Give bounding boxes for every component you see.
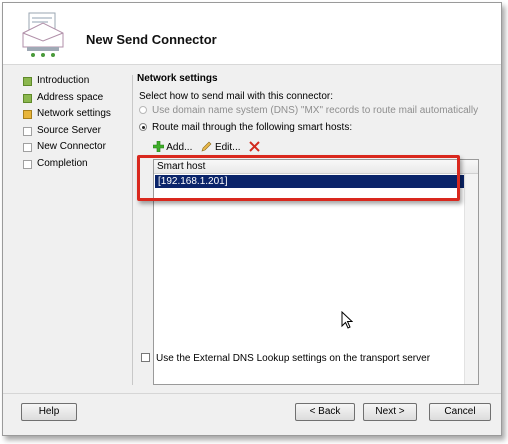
list-scrollbar[interactable]: [464, 174, 478, 384]
radio-route-smart-hosts[interactable]: Route mail through the following smart h…: [139, 122, 352, 136]
nav-divider: [132, 75, 133, 385]
step-new-connector[interactable]: New Connector: [23, 139, 133, 156]
smart-host-list[interactable]: Smart host [192.168.1.201]: [153, 159, 479, 385]
step-label: Source Server: [37, 124, 101, 136]
pencil-icon: [201, 141, 212, 152]
section-title: Network settings: [137, 73, 218, 84]
column-header-smart-host[interactable]: Smart host: [154, 160, 478, 174]
remove-button[interactable]: [249, 141, 261, 153]
back-button[interactable]: < Back: [295, 403, 355, 421]
wizard-steps: Introduction Address space Network setti…: [23, 73, 133, 172]
step-label: Network settings: [37, 108, 111, 119]
radio-use-dns[interactable]: Use domain name system (DNS) "MX" record…: [139, 105, 478, 119]
radio-button[interactable]: [139, 106, 147, 114]
step-label: Address space: [37, 91, 104, 103]
step-completion[interactable]: Completion: [23, 156, 133, 173]
add-button[interactable]: Add...: [152, 140, 193, 153]
list-item[interactable]: [192.168.1.201]: [155, 175, 465, 188]
step-pending-icon: [23, 143, 32, 152]
footer-divider: [3, 393, 501, 394]
step-complete-icon: [23, 93, 32, 103]
add-label: Add...: [166, 142, 193, 153]
checkbox-label: Use the External DNS Lookup settings on …: [156, 353, 431, 364]
edit-label: Edit...: [214, 142, 241, 153]
edit-button[interactable]: Edit...: [201, 141, 241, 153]
step-complete-icon: [23, 77, 32, 86]
step-label: New Connector: [37, 141, 106, 152]
delete-x-icon: [249, 141, 261, 152]
plus-icon: [152, 140, 165, 153]
radio-button[interactable]: [139, 123, 147, 131]
smart-host-toolbar: Add... Edit...: [152, 140, 266, 155]
step-address-space[interactable]: Address space: [23, 90, 133, 107]
wizard-header: New Send Connector: [3, 3, 501, 65]
step-current-icon: [23, 110, 32, 119]
step-source-server[interactable]: Source Server: [23, 123, 133, 140]
send-connector-icon: [21, 11, 67, 59]
step-introduction[interactable]: Introduction: [23, 73, 133, 90]
mouse-pointer-icon: [341, 310, 354, 332]
next-button[interactable]: Next >: [363, 403, 417, 421]
wizard-title: New Send Connector: [86, 32, 217, 47]
step-label: Introduction: [37, 75, 90, 86]
radio-label: Use domain name system (DNS) "MX" record…: [152, 105, 479, 116]
external-dns-checkbox-row[interactable]: Use the External DNS Lookup settings on …: [141, 353, 430, 364]
step-pending-icon: [23, 159, 32, 169]
cancel-button[interactable]: Cancel: [429, 403, 491, 421]
external-dns-checkbox[interactable]: [141, 353, 150, 362]
help-button[interactable]: Help: [21, 403, 77, 421]
radio-label: Route mail through the following smart h…: [152, 122, 353, 133]
step-pending-icon: [23, 126, 32, 136]
step-network-settings[interactable]: Network settings: [23, 106, 133, 123]
network-settings-panel: Network settings Select how to send mail…: [137, 71, 497, 153]
wizard-window: New Send Connector Introduction Address …: [2, 2, 502, 436]
step-label: Completion: [37, 157, 88, 169]
instruction-text: Select how to send mail with this connec…: [139, 91, 333, 102]
